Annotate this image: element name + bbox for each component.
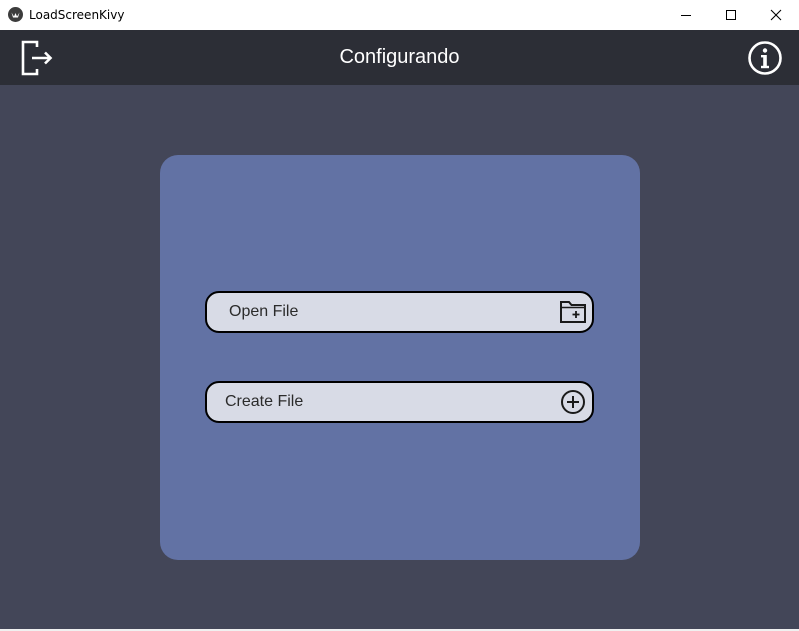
exit-icon <box>21 40 53 76</box>
open-file-label: Open File <box>229 303 299 320</box>
plus-circle-icon <box>561 390 585 414</box>
exit-button[interactable] <box>19 38 57 78</box>
folder-plus-icon <box>560 301 586 323</box>
maximize-icon <box>726 10 736 20</box>
top-app-bar: Configurando <box>0 30 799 85</box>
window-title: LoadScreenKivy <box>29 8 125 22</box>
file-options-card: Open File Create File <box>160 155 640 560</box>
close-button[interactable] <box>753 0 799 30</box>
page-title: Configurando <box>339 46 460 68</box>
kivy-logo-icon <box>8 7 23 22</box>
info-button[interactable] <box>747 40 783 76</box>
open-file-button[interactable]: Open File <box>205 291 594 333</box>
window-titlebar: LoadScreenKivy <box>0 0 799 30</box>
create-file-label: Create File <box>225 393 304 410</box>
info-icon <box>748 41 782 75</box>
minimize-icon <box>681 15 691 16</box>
close-icon <box>770 9 782 21</box>
minimize-button[interactable] <box>663 0 709 30</box>
create-file-button[interactable]: Create File <box>205 381 594 423</box>
app-content: Configurando Open File Create File <box>0 30 799 629</box>
maximize-button[interactable] <box>708 0 754 30</box>
